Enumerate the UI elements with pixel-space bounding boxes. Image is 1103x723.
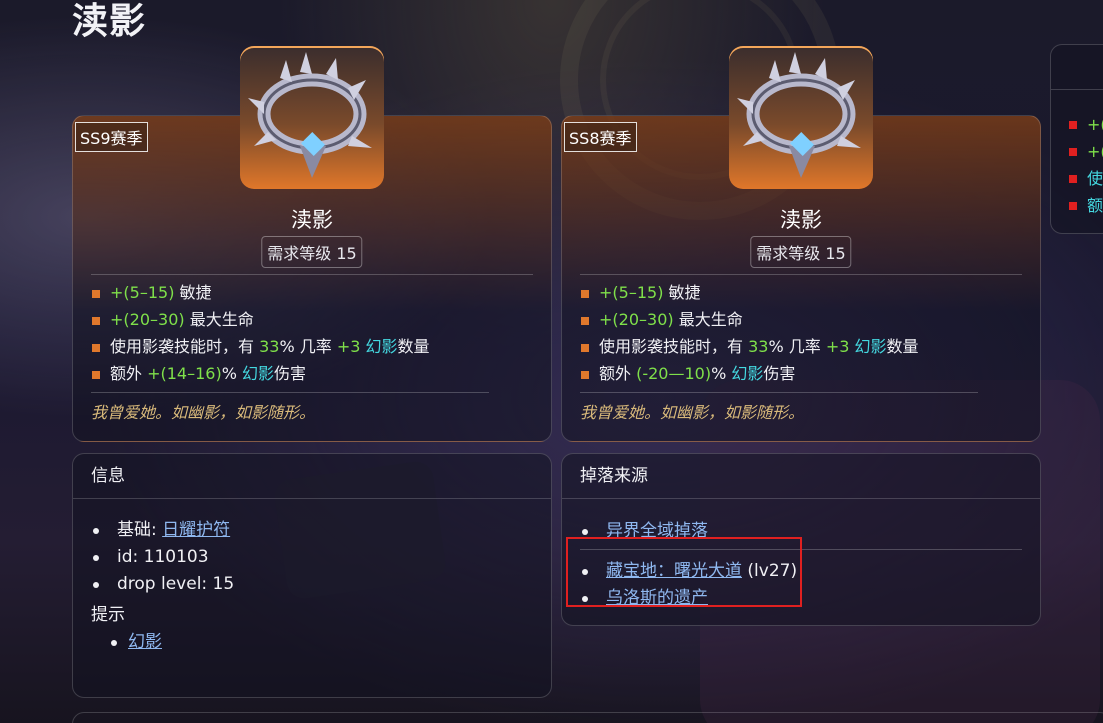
flavor-text: 我曾爱她。如幽影，如影随形。 [91,403,316,422]
flavor-text: 我曾爱她。如幽影，如影随形。 [580,403,805,422]
divider [91,392,489,393]
stat-segment: 伤害 [274,364,307,383]
base-label: 基础: [117,520,163,540]
stat-line: 使用影袭技能时，有 33% 几率 +3 幻影数量 [91,333,533,360]
stat-segment: +(5–15) [110,283,175,302]
stat-line: +(20–30) 最大生命 [91,306,533,333]
item-id: id: 110103 [91,544,551,571]
info-list: 基础: 日耀护符 id: 110103 drop level: 15 [73,499,551,598]
stat-segment: 33 [259,337,280,356]
drop-sources-header: 掉落来源 [562,454,1040,499]
stat-segment: +3 [336,337,361,356]
stat-segment: +(20–30) [599,310,674,329]
stat-segment: 幻影 [849,337,887,356]
drop-level: drop level: 15 [91,571,551,598]
required-level-badge: 需求等级 15 [261,236,363,268]
item-card-partial: +(+(使额 [1050,44,1103,234]
base-item-link[interactable]: 日耀护符 [162,520,230,540]
partial-stat-line: +( [1069,138,1103,165]
stat-segment: 使用影袭技能时，有 [110,337,260,356]
stat-segment: % 几率 [279,337,337,356]
stat-segment: +3 [825,337,850,356]
partial-stat-line: 使 [1069,165,1103,192]
partial-stat-line: +( [1069,111,1103,138]
stat-segment: (-20—10) [636,364,712,383]
partial-stat-list: +(+(使额 [1069,111,1103,219]
stat-segment: 幻影 [360,337,398,356]
page-title: 渎影 [72,1,147,42]
stat-line: +(5–15) 敏捷 [91,279,533,306]
stat-segment: 使用影袭技能时，有 [599,337,749,356]
stat-list: +(5–15) 敏捷 +(20–30) 最大生命 使用影袭技能时，有 33% 几率 … [580,279,1022,387]
stat-line: +(20–30) 最大生命 [580,306,1022,333]
item-image [729,46,873,189]
hint-item: 幻影 [109,629,551,656]
stat-segment: 敏捷 [663,283,701,302]
bottom-card-edge [72,712,1103,723]
divider [1051,89,1103,90]
stat-segment: 额外 [110,364,148,383]
stat-segment: 33 [748,337,769,356]
item-card-ss9: SS9赛季 渎影 需求等级 15 +(5–15) 敏捷 +(20–30) 最大生命… [72,46,552,442]
item-name: 渎影 [780,208,822,232]
stat-segment: 伤害 [763,364,796,383]
item-image [240,46,384,189]
info-header: 信息 [73,454,551,499]
divider [91,274,533,275]
stat-line: 额外 (-20—10)% 幻影伤害 [580,360,1022,387]
stat-segment: +(5–15) [599,283,664,302]
item-card-ss8: SS8赛季 渎影 需求等级 15 +(5–15) 敏捷 +(20–30) 最大生命… [561,46,1041,442]
stat-segment: 数量 [397,337,430,356]
season-tag: SS8赛季 [564,122,637,152]
partial-stat-line: 额 [1069,192,1103,219]
hint-list: 幻影 [73,629,551,656]
spiked-ring-amulet-icon [737,52,861,178]
divider [580,392,978,393]
stat-segment: 敏捷 [174,283,212,302]
spiked-ring-amulet-icon [248,52,372,178]
hint-link-phantom[interactable]: 幻影 [128,632,162,652]
stat-segment: +(20–30) [110,310,185,329]
hint-title: 提示 [91,605,125,625]
stat-segment: 额外 [599,364,637,383]
info-card: 信息 基础: 日耀护符 id: 110103 drop level: 15 提示… [72,453,552,698]
stat-line: +(5–15) 敏捷 [580,279,1022,306]
stat-line: 额外 +(14–16)% 幻影伤害 [91,360,533,387]
stat-list: +(5–15) 敏捷 +(20–30) 最大生命 使用影袭技能时，有 33% 几率 … [91,279,533,387]
highlight-annotation-box [566,537,802,607]
base-item-row: 基础: 日耀护符 [91,517,551,544]
stat-segment: +(14–16) [147,364,222,383]
stat-segment: % [221,364,242,383]
stat-segment: 幻影 [242,364,275,383]
stat-segment: 幻影 [731,364,764,383]
required-level-badge: 需求等级 15 [750,236,852,268]
stat-segment: 数量 [886,337,919,356]
stat-segment: % [711,364,732,383]
divider [580,274,1022,275]
stat-segment: 最大生命 [184,310,254,329]
stat-segment: 最大生命 [673,310,743,329]
season-tag: SS9赛季 [75,122,148,152]
stat-segment: % 几率 [768,337,826,356]
stat-line: 使用影袭技能时，有 33% 几率 +3 幻影数量 [580,333,1022,360]
item-name: 渎影 [291,208,333,232]
